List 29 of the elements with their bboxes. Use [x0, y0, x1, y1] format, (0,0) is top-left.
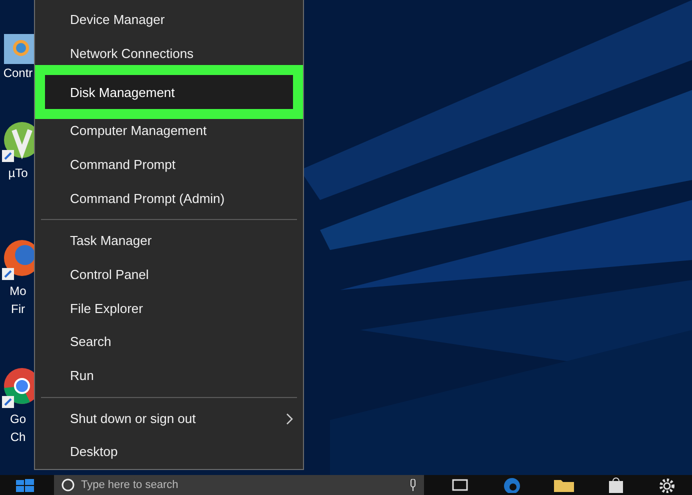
- menu-item[interactable]: File Explorer: [35, 292, 303, 326]
- menu-item[interactable]: Run: [35, 359, 303, 393]
- search-icon: [61, 478, 75, 492]
- folder-icon[interactable]: [552, 478, 575, 492]
- menu-item[interactable]: Computer Management: [35, 114, 303, 148]
- menu-item[interactable]: Search: [35, 325, 303, 359]
- menu-item[interactable]: Device Manager: [35, 3, 303, 37]
- search-input[interactable]: Type here to search: [81, 476, 403, 494]
- windows-logo-icon[interactable]: [16, 478, 34, 492]
- icon-label: Go: [8, 411, 27, 428]
- menu-item[interactable]: Network Connections: [35, 36, 303, 70]
- menu-item[interactable]: Control Panel: [35, 258, 303, 292]
- store-icon[interactable]: [607, 477, 626, 493]
- icon-label: Contr: [2, 65, 34, 82]
- menu-item[interactable]: Disk Management: [45, 75, 293, 110]
- icon-label: Ch: [9, 429, 27, 446]
- task-view-icon[interactable]: [450, 478, 470, 492]
- menu-item[interactable]: Desktop: [35, 435, 303, 470]
- search-field[interactable]: Type here to search: [54, 475, 424, 495]
- icon-label: Mo: [8, 283, 28, 300]
- menu-item[interactable]: Command Prompt (Admin): [35, 182, 303, 216]
- menu-item[interactable]: Shut down or sign out: [35, 402, 303, 436]
- icon-label: µTo: [7, 165, 29, 182]
- browser-icon[interactable]: [502, 477, 521, 493]
- settings-icon[interactable]: [658, 477, 676, 493]
- icon-label: Fir: [10, 301, 26, 318]
- menu-item[interactable]: Task Manager: [35, 224, 303, 258]
- menu-item[interactable]: Command Prompt: [35, 148, 303, 182]
- microphone-icon[interactable]: [409, 479, 417, 491]
